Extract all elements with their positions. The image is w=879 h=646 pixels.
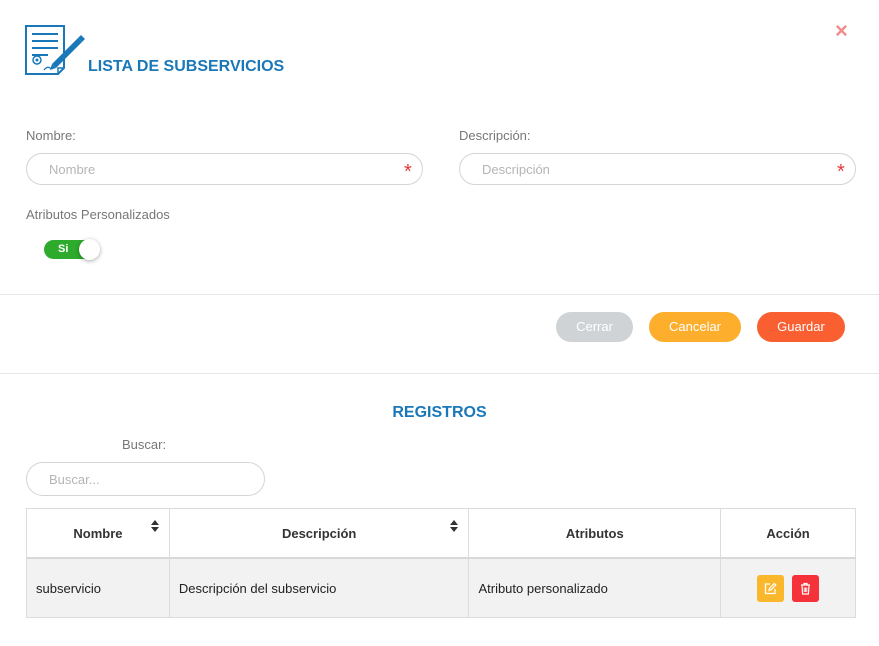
nombre-label: Nombre: — [26, 128, 76, 143]
edit-button[interactable] — [757, 574, 785, 602]
nombre-required-mark: * — [404, 161, 412, 183]
cell-atributos: Atributo personalizado — [468, 557, 722, 618]
descripcion-required-mark: * — [837, 161, 845, 183]
registros-table: Nombre Descripción Atributos Acción subs… — [26, 508, 856, 618]
atributos-toggle[interactable]: Si — [44, 239, 100, 260]
descripcion-label: Descripción: — [459, 128, 531, 143]
column-label: Descripción — [281, 525, 357, 541]
cell-nombre: subservicio — [26, 557, 170, 618]
registros-title: REGISTROS — [392, 404, 487, 421]
close-icon[interactable]: × — [835, 18, 848, 44]
descripcion-input[interactable] — [459, 153, 856, 185]
column-header-nombre[interactable]: Nombre — [26, 508, 170, 559]
nombre-input[interactable] — [26, 153, 423, 185]
atributos-label: Atributos Personalizados — [26, 207, 170, 222]
toggle-label: Si — [58, 243, 69, 255]
search-input[interactable] — [26, 462, 265, 496]
sort-icon[interactable] — [450, 520, 459, 532]
edit-icon — [765, 582, 777, 594]
table-header-row: Nombre Descripción Atributos Acción — [26, 508, 856, 559]
guardar-button[interactable]: Guardar — [757, 312, 845, 342]
column-header-accion: Acción — [720, 508, 856, 559]
cell-descripcion: Descripción del subservicio — [168, 557, 470, 618]
column-header-atributos: Atributos — [468, 508, 722, 559]
divider — [0, 373, 879, 374]
cell-accion — [720, 557, 856, 618]
trash-icon — [800, 582, 810, 595]
column-label: Atributos — [565, 525, 624, 541]
cancelar-button[interactable]: Cancelar — [649, 312, 741, 342]
table-row: subservicio Descripción del subservicio … — [26, 557, 856, 618]
column-label: Nombre — [73, 525, 123, 541]
column-header-descripcion[interactable]: Descripción — [168, 508, 470, 559]
toggle-knob[interactable] — [79, 239, 100, 260]
delete-button[interactable] — [791, 574, 819, 602]
buscar-label: Buscar: — [122, 437, 167, 452]
cerrar-button[interactable]: Cerrar — [556, 312, 633, 342]
page-title: LISTA DE SUBSERVICIOS — [88, 58, 285, 75]
sort-icon[interactable] — [150, 520, 159, 532]
divider — [0, 294, 879, 295]
column-label: Acción — [766, 525, 810, 541]
document-edit-icon — [24, 24, 86, 80]
